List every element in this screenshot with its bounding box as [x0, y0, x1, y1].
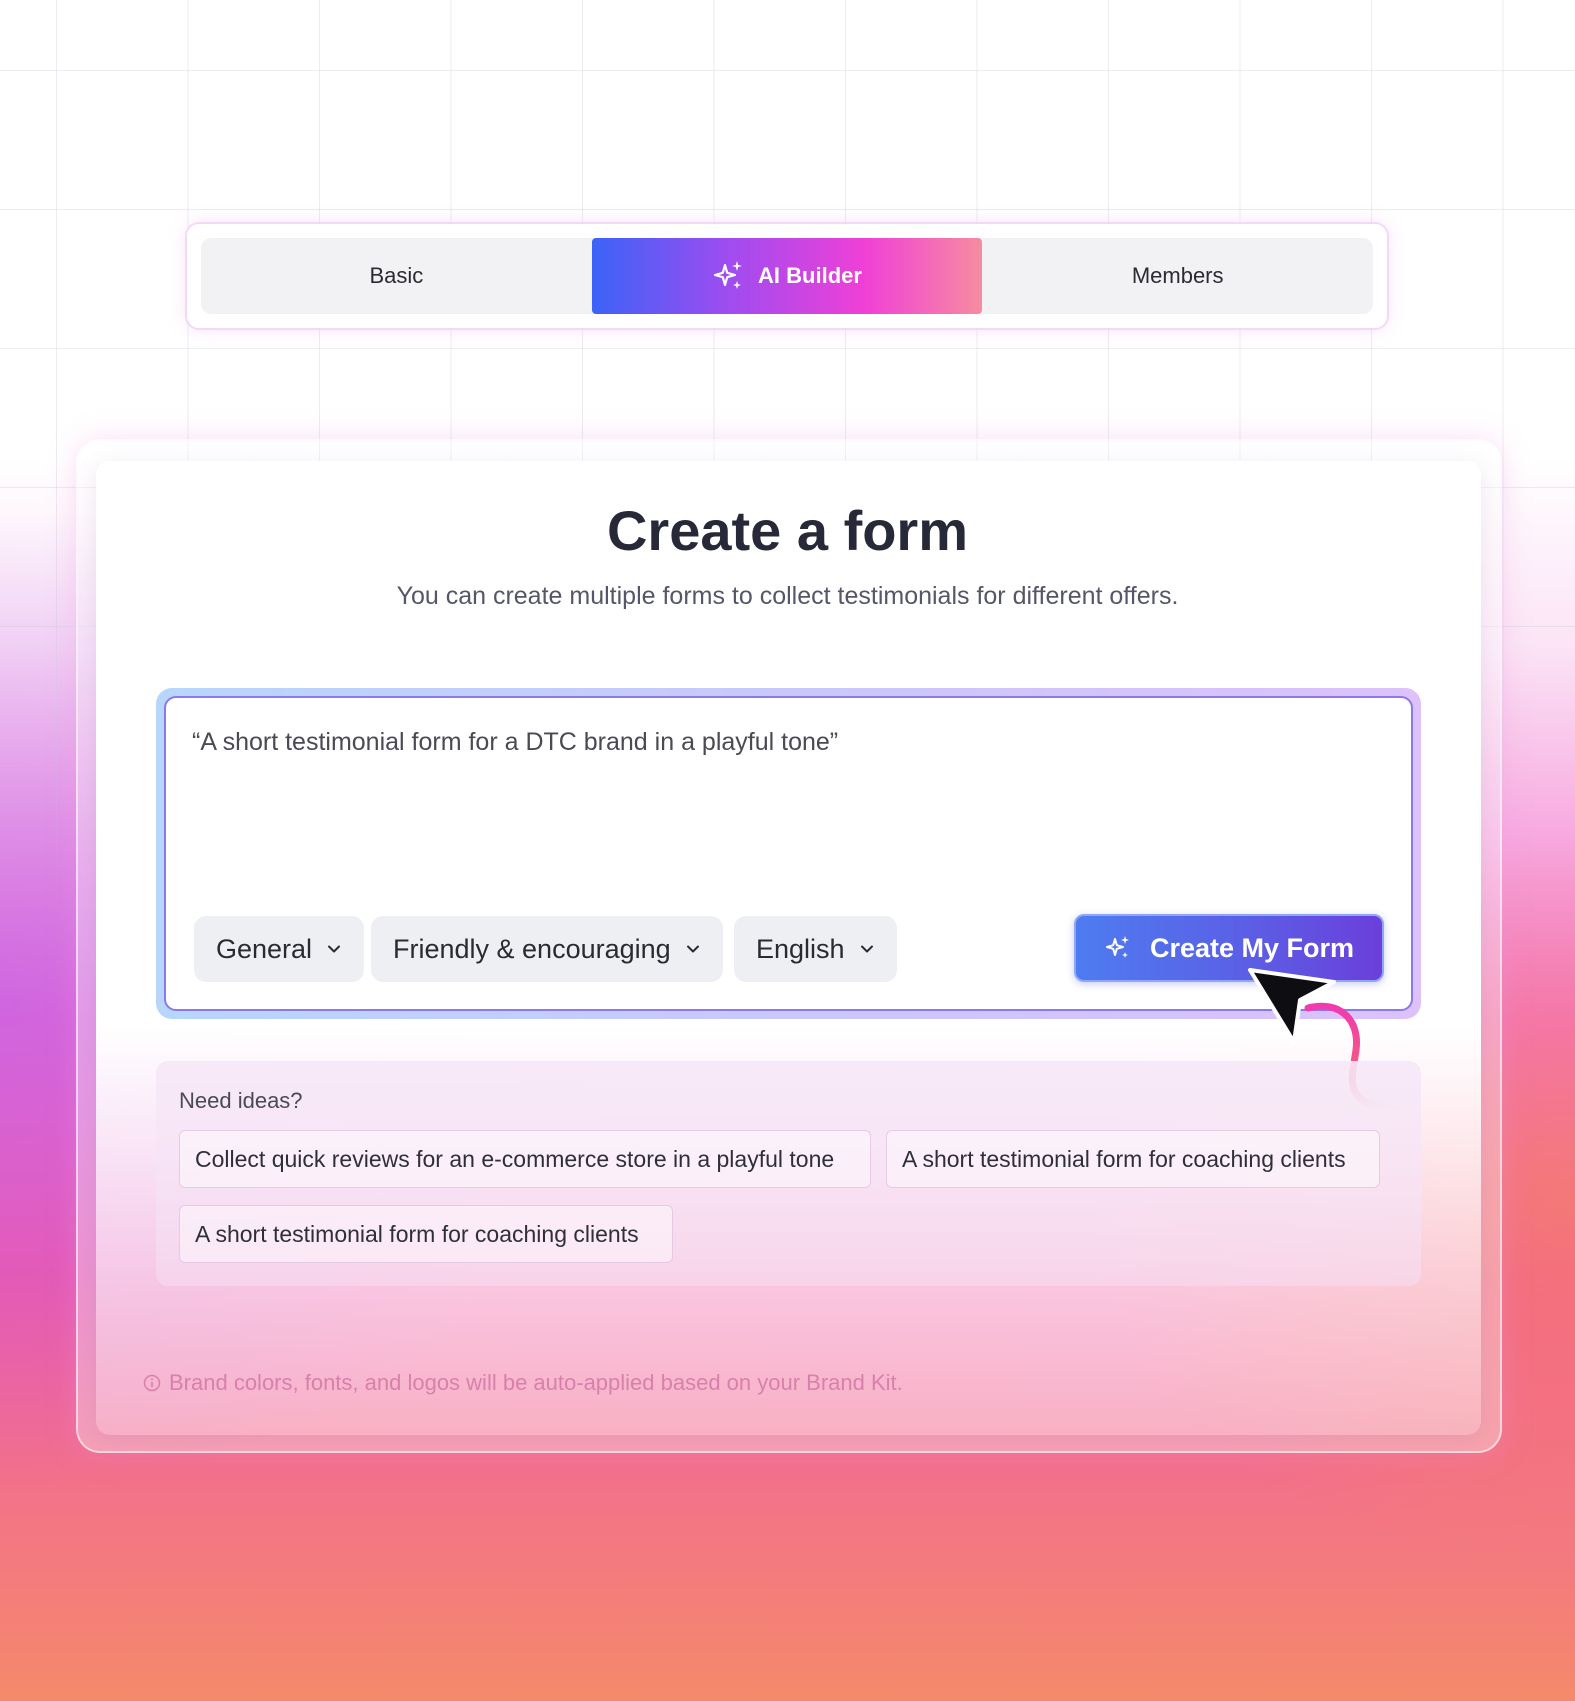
idea-chip-label: A short testimonial form for coaching cl… — [195, 1220, 639, 1247]
brand-kit-note: Brand colors, fonts, and logos will be a… — [143, 1370, 903, 1396]
tab-ai-builder[interactable]: AI Builder — [591, 238, 983, 314]
tab-members-label: Members — [1131, 263, 1224, 288]
tone-select-value: Friendly & encouraging — [393, 933, 671, 964]
language-select[interactable]: English — [734, 916, 897, 982]
chevron-down-icon — [328, 945, 341, 953]
idea-chip[interactable]: A short testimonial form for coaching cl… — [886, 1130, 1380, 1188]
idea-chip-label: Collect quick reviews for an e-commerce … — [195, 1145, 835, 1172]
idea-chip-label: A short testimonial form for coaching cl… — [902, 1145, 1346, 1172]
create-my-form-label: Create My Form — [1149, 932, 1355, 963]
sparkle-icon — [713, 261, 743, 289]
category-select[interactable]: General — [194, 916, 365, 982]
page-subtitle: You can create multiple forms to collect… — [396, 582, 1179, 610]
page-title: Create a form — [606, 499, 969, 562]
chevron-down-icon — [860, 945, 873, 953]
chevron-down-icon — [686, 945, 699, 953]
ideas-label: Need ideas? — [179, 1088, 303, 1113]
idea-chip[interactable]: A short testimonial form for coaching cl… — [179, 1205, 673, 1263]
tab-basic-label: Basic — [369, 263, 424, 288]
tone-select[interactable]: Friendly & encouraging — [371, 916, 723, 982]
language-select-value: English — [756, 933, 845, 964]
tab-members[interactable]: Members — [982, 238, 1373, 314]
create-my-form-button[interactable]: Create My Form — [1074, 914, 1384, 982]
tab-list: Basic AI Builder Members — [201, 238, 1373, 314]
tab-ai-builder-label: AI Builder — [758, 263, 862, 288]
mouse-cursor-icon — [1248, 968, 1336, 1044]
category-select-value: General — [216, 933, 313, 964]
info-icon — [143, 1374, 161, 1392]
brand-kit-note-text: Brand colors, fonts, and logos will be a… — [169, 1370, 903, 1395]
tab-bar: Basic AI Builder Members — [187, 224, 1387, 328]
idea-chip[interactable]: Collect quick reviews for an e-commerce … — [179, 1130, 871, 1188]
prompt-text[interactable]: “A short testimonial form for a DTC bran… — [192, 728, 838, 757]
sparkle-icon — [1105, 936, 1129, 958]
tab-basic[interactable]: Basic — [201, 238, 592, 314]
